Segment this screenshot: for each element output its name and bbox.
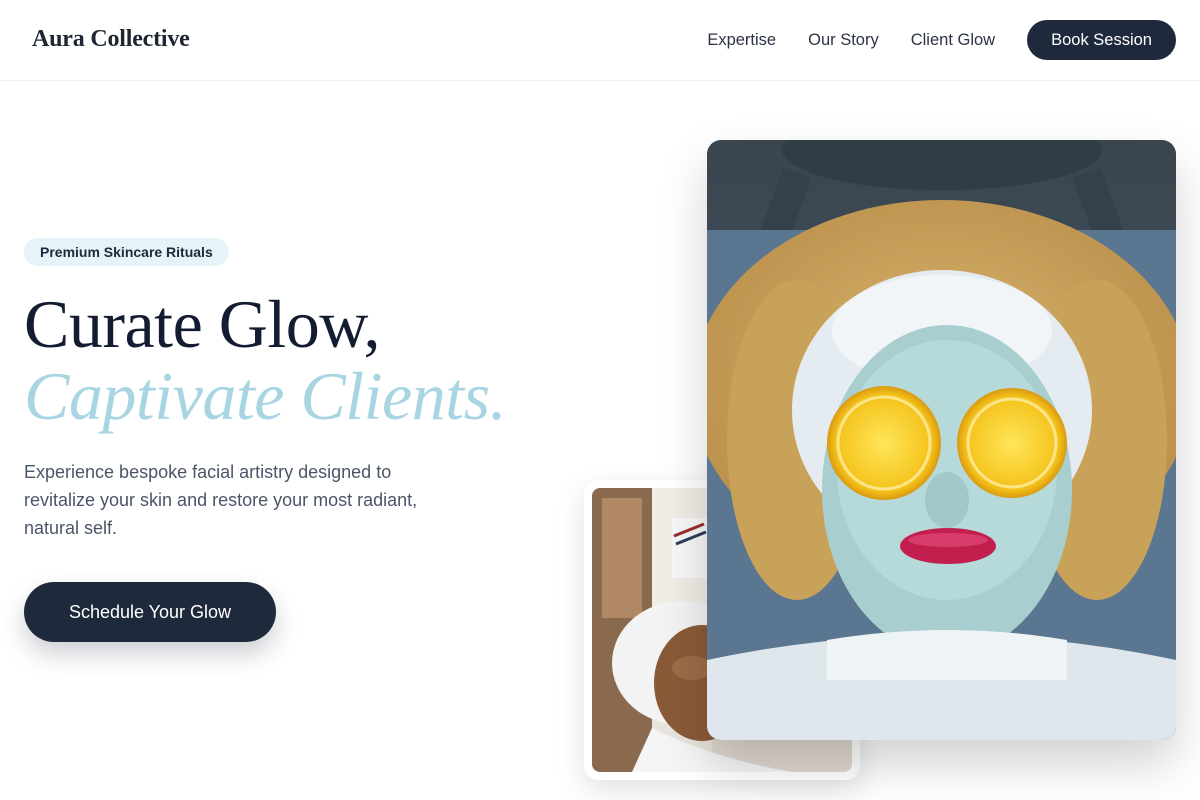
face-mask-lemon-image <box>707 140 1176 740</box>
headline-line-1: Curate Glow, <box>24 286 380 362</box>
book-session-button[interactable]: Book Session <box>1027 20 1176 60</box>
headline-line-2: Captivate Clients. <box>24 358 507 434</box>
main-nav: Expertise Our Story Client Glow Book Ses… <box>707 20 1176 60</box>
site-header: Aura Collective Expertise Our Story Clie… <box>0 0 1200 81</box>
nav-link-client-glow[interactable]: Client Glow <box>911 20 995 60</box>
nav-link-our-story[interactable]: Our Story <box>808 20 879 60</box>
hero-badge: Premium Skincare Rituals <box>24 238 229 266</box>
hero-headline: Curate Glow, Captivate Clients. <box>24 286 507 434</box>
hero-description: Experience bespoke facial artistry desig… <box>24 462 418 538</box>
brand-logo[interactable]: Aura Collective <box>32 26 190 53</box>
nav-link-expertise[interactable]: Expertise <box>707 20 776 60</box>
schedule-glow-button[interactable]: Schedule Your Glow <box>24 582 276 642</box>
